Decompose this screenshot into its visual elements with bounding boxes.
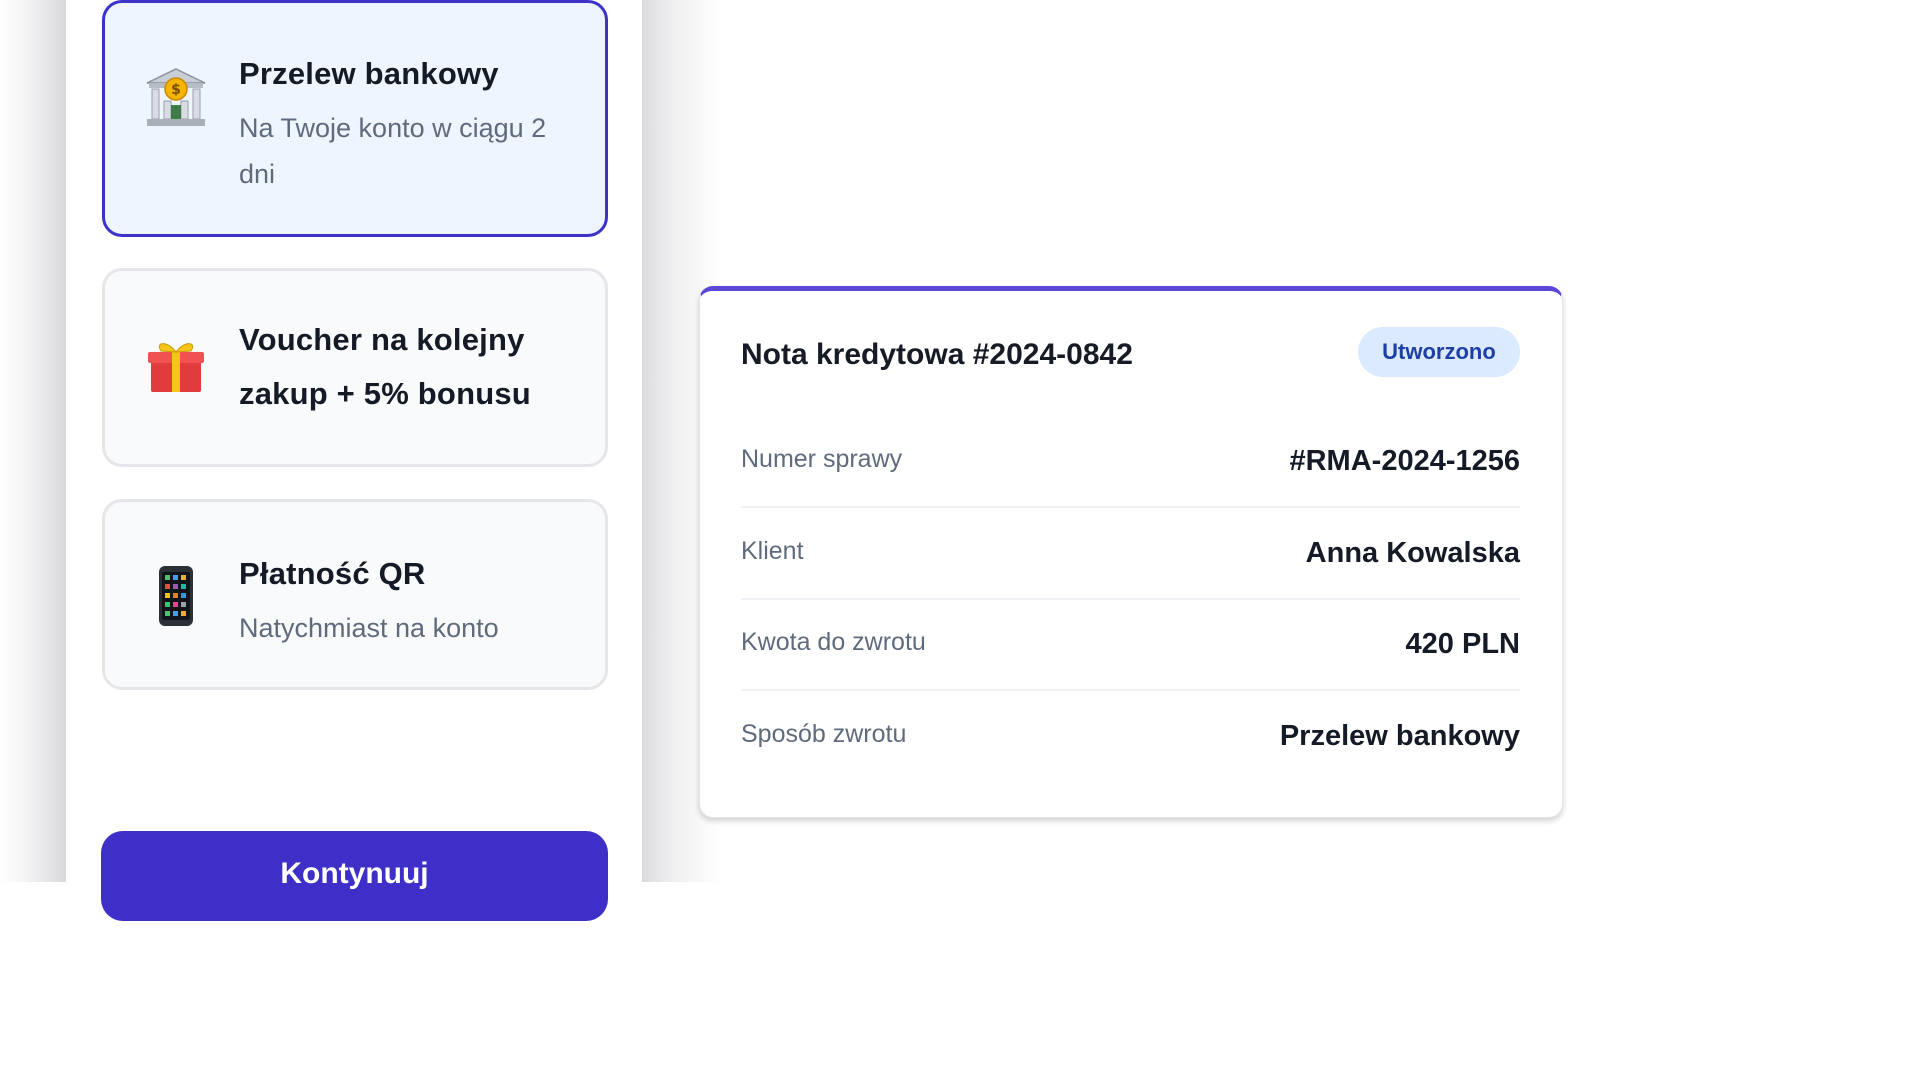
refund-option-title: Przelew bankowy	[239, 56, 499, 91]
detail-row-case-number: Numer sprawy #RMA-2024-1256	[741, 414, 1520, 508]
refund-option-qr-payment[interactable]: Płatność QR Natychmiast na konto	[102, 499, 608, 690]
refund-option-bank-transfer[interactable]: $ Przelew bankowy Na Twoje konto w ciągu…	[102, 0, 608, 237]
detail-value: #RMA-2024-1256	[1289, 445, 1520, 477]
refund-option-title: Voucher na kolejny zakup + 5% bonusu	[239, 322, 531, 411]
continue-button[interactable]: Kontynuuj	[101, 831, 608, 921]
detail-value: Anna Kowalska	[1305, 537, 1520, 569]
detail-label: Klient	[741, 537, 804, 565]
refund-option-subtitle: Natychmiast na konto	[239, 613, 499, 643]
svg-text:$: $	[171, 82, 181, 98]
credit-note-title: Nota kredytowa #2024-0842	[741, 338, 1133, 371]
left-shadow	[0, 0, 66, 882]
status-badge: Utworzono	[1358, 327, 1520, 377]
phone-icon	[143, 563, 209, 629]
refund-option-voucher[interactable]: Voucher na kolejny zakup + 5% bonusu	[102, 268, 608, 467]
detail-row-refund-method: Sposób zwrotu Przelew bankowy	[741, 689, 1520, 781]
detail-row-refund-amount: Kwota do zwrotu 420 PLN	[741, 597, 1520, 691]
detail-value: 420 PLN	[1405, 628, 1520, 660]
detail-label: Numer sprawy	[741, 445, 903, 473]
bank-icon: $	[143, 65, 209, 131]
credit-note-card: Nota kredytowa #2024-0842 Utworzono Nume…	[699, 286, 1563, 818]
detail-label: Sposób zwrotu	[741, 720, 907, 748]
detail-value: Przelew bankowy	[1279, 720, 1520, 752]
detail-row-customer: Klient Anna Kowalska	[741, 506, 1520, 600]
gift-icon	[143, 332, 209, 398]
detail-label: Kwota do zwrotu	[741, 628, 926, 656]
page: $ Przelew bankowy Na Twoje konto w ciągu…	[0, 0, 1568, 921]
refund-option-subtitle: Na Twoje konto w ciągu 2 dni	[239, 113, 547, 189]
refund-option-title: Płatność QR	[239, 556, 426, 591]
